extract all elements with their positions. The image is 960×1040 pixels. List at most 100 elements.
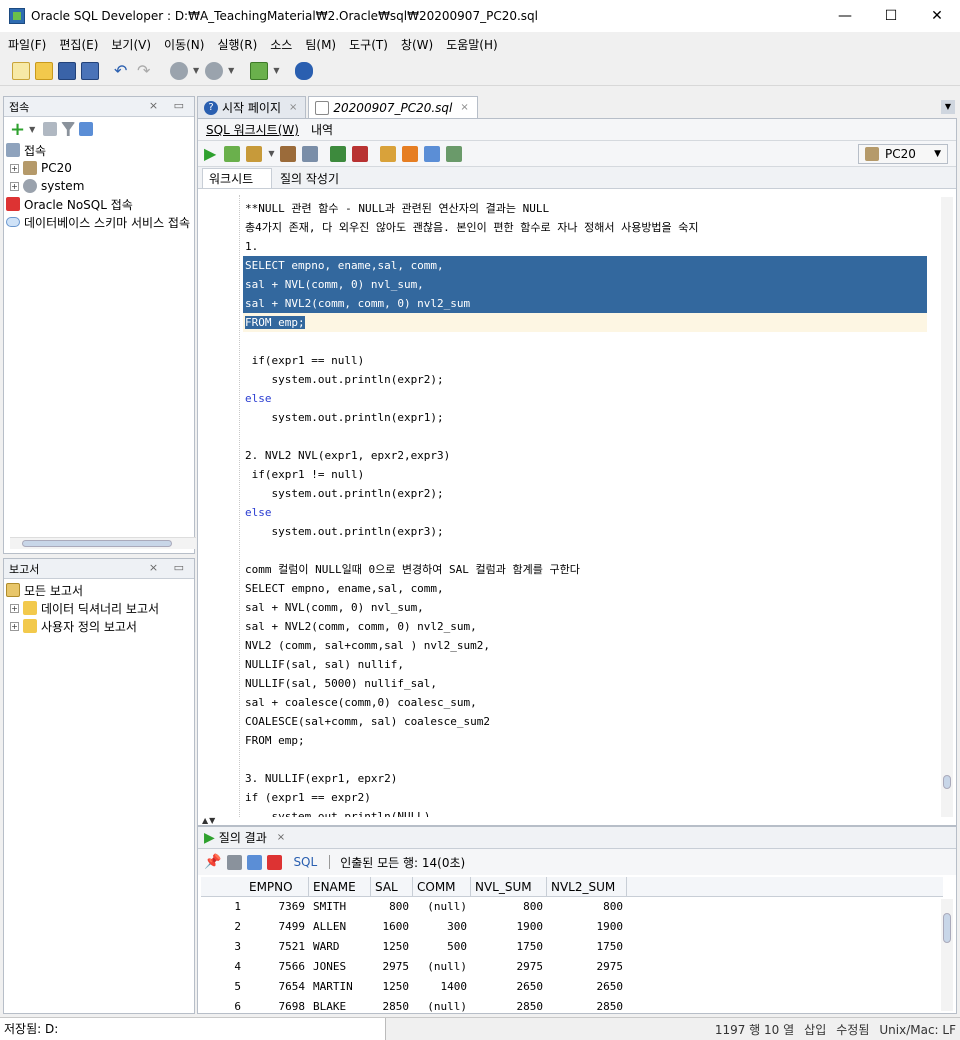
table-cell[interactable]: 1400 — [413, 977, 471, 997]
subtab-history[interactable]: 내역 — [307, 121, 337, 138]
explain-plan-icon[interactable] — [280, 145, 297, 162]
table-cell[interactable]: 500 — [413, 937, 471, 957]
table-cell[interactable]: MARTIN — [309, 977, 371, 997]
menu-navigate[interactable]: 이동(N) — [160, 36, 208, 53]
tree-item-system[interactable]: + system — [6, 177, 194, 195]
back-icon[interactable] — [170, 61, 188, 80]
format-case-icon[interactable] — [446, 145, 463, 162]
redo-icon[interactable]: ↷ — [137, 61, 155, 80]
table-cell[interactable]: BLAKE — [309, 997, 371, 1013]
table-cell[interactable]: (null) — [413, 997, 471, 1013]
table-cell[interactable]: SMITH — [309, 897, 371, 917]
table-cell[interactable]: 2850 — [547, 997, 627, 1013]
connections-root[interactable]: 접속 — [6, 141, 194, 159]
menu-tools[interactable]: 도구(T) — [345, 36, 392, 53]
menu-file[interactable]: 파일(F) — [4, 36, 50, 53]
editor-vertical-scrollbar[interactable] — [941, 197, 953, 817]
table-cell[interactable]: 1250 — [371, 977, 413, 997]
pin-icon[interactable]: 📌 — [204, 854, 221, 870]
table-cell[interactable]: 1900 — [547, 917, 627, 937]
table-row[interactable]: 3 7521 WARD 1250 500 1750 1750 — [201, 937, 943, 957]
refresh-icon[interactable] — [247, 854, 263, 870]
save-all-icon[interactable] — [81, 61, 99, 80]
expand-icon[interactable]: + — [10, 163, 19, 173]
open-folder-icon[interactable] — [35, 61, 53, 80]
sql-tuning-icon[interactable] — [302, 145, 319, 162]
unshared-sql-icon[interactable] — [380, 145, 397, 162]
tab-worksheet[interactable]: 워크시트 — [202, 168, 272, 188]
save-icon[interactable] — [58, 61, 76, 80]
forward-dropdown-icon[interactable]: ▼ — [228, 66, 234, 75]
result-vertical-scrollbar[interactable] — [941, 899, 953, 1011]
refresh-icon[interactable] — [43, 122, 58, 136]
back-dropdown-icon[interactable]: ▼ — [193, 66, 199, 75]
subtab-sql-worksheet[interactable]: SQL 워크시트(W) — [202, 121, 303, 138]
table-cell[interactable]: 2975 — [371, 957, 413, 977]
table-cell[interactable]: 2850 — [371, 997, 413, 1013]
table-cell[interactable]: (null) — [413, 897, 471, 917]
expand-icon[interactable]: + — [10, 603, 19, 613]
table-cell[interactable]: 7499 — [245, 917, 309, 937]
connection-select[interactable]: PC20 ▼ — [858, 144, 948, 164]
sql-worksheet-icon[interactable] — [250, 61, 269, 80]
close-tab-icon[interactable]: × — [277, 832, 285, 843]
table-cell[interactable]: 1250 — [371, 937, 413, 957]
menu-view[interactable]: 보기(V) — [107, 36, 155, 53]
add-connection-icon[interactable]: + — [10, 119, 25, 140]
tab-sql-file[interactable]: 20200907_PC20.sql × — [308, 96, 478, 118]
close-button[interactable]: ✕ — [914, 0, 960, 32]
table-row[interactable]: 6 7698 BLAKE 2850 (null) 2850 2850 — [201, 997, 943, 1013]
table-row[interactable]: 5 7654 MARTIN 1250 1400 2650 2650 — [201, 977, 943, 997]
column-header[interactable]: ENAME — [309, 877, 371, 897]
schema-browser-icon[interactable] — [79, 122, 94, 136]
table-cell[interactable]: 300 — [413, 917, 471, 937]
table-cell[interactable]: WARD — [309, 937, 371, 957]
table-cell[interactable]: 7566 — [245, 957, 309, 977]
tab-query-builder[interactable]: 질의 작성기 — [274, 168, 345, 188]
table-row[interactable]: 2 7499 ALLEN 1600 300 1900 1900 — [201, 917, 943, 937]
clear-icon[interactable] — [402, 145, 419, 162]
table-cell[interactable]: (null) — [413, 957, 471, 977]
sql-worksheet-dropdown-icon[interactable]: ▼ — [273, 66, 279, 75]
table-cell[interactable]: 7369 — [245, 897, 309, 917]
table-cell[interactable]: 2975 — [471, 957, 547, 977]
table-row[interactable]: 1 7369 SMITH 800 (null) 800 800 — [201, 897, 943, 917]
cancel-icon[interactable] — [267, 854, 283, 870]
column-header[interactable]: SAL — [371, 877, 413, 897]
table-cell[interactable]: 800 — [547, 897, 627, 917]
tree-item-user-defined-reports[interactable]: + 사용자 정의 보고서 — [6, 617, 194, 635]
panel-close-minimize-icon[interactable]: × ▭ — [149, 561, 190, 574]
table-row[interactable]: 4 7566 JONES 2975 (null) 2975 2975 — [201, 957, 943, 977]
autotrace-icon[interactable] — [246, 145, 263, 162]
table-cell[interactable]: 1750 — [471, 937, 547, 957]
table-cell[interactable]: ALLEN — [309, 917, 371, 937]
tree-item-dictionary-reports[interactable]: + 데이터 딕셔너리 보고서 — [6, 599, 194, 617]
tree-item-schema-service[interactable]: 데이터베이스 스키마 서비스 접속 — [6, 213, 194, 231]
add-dropdown-icon[interactable]: ▼ — [29, 125, 35, 134]
table-cell[interactable]: 7698 — [245, 997, 309, 1013]
menu-run[interactable]: 실행(R) — [213, 36, 261, 53]
table-cell[interactable]: 7521 — [245, 937, 309, 957]
run-script-icon[interactable] — [224, 145, 241, 162]
filter-icon[interactable] — [61, 122, 76, 136]
expand-icon[interactable]: + — [10, 621, 19, 631]
sql-link[interactable]: SQL — [293, 855, 317, 869]
autotrace-dropdown-icon[interactable]: ▼ — [268, 149, 274, 158]
table-cell[interactable]: 800 — [371, 897, 413, 917]
close-tab-icon[interactable]: × — [460, 102, 468, 113]
tab-start-page[interactable]: ? 시작 페이지 × — [197, 96, 307, 118]
new-file-icon[interactable] — [12, 61, 30, 80]
connections-horizontal-scrollbar[interactable] — [10, 537, 196, 549]
expand-icon[interactable]: + — [10, 181, 19, 191]
menu-help[interactable]: 도움말(H) — [442, 36, 502, 53]
sql-history-icon[interactable] — [424, 145, 441, 162]
table-cell[interactable]: 2650 — [471, 977, 547, 997]
table-cell[interactable]: 1900 — [471, 917, 547, 937]
forward-icon[interactable] — [205, 61, 224, 80]
run-statement-icon[interactable]: ▶ — [204, 144, 216, 163]
tab-list-dropdown-icon[interactable]: ▼ — [941, 100, 955, 114]
splitter-arrows-icon[interactable]: ▲▼ — [202, 816, 216, 825]
table-cell[interactable]: 7654 — [245, 977, 309, 997]
undo-icon[interactable]: ↶ — [114, 61, 132, 80]
table-cell[interactable]: 1750 — [547, 937, 627, 957]
